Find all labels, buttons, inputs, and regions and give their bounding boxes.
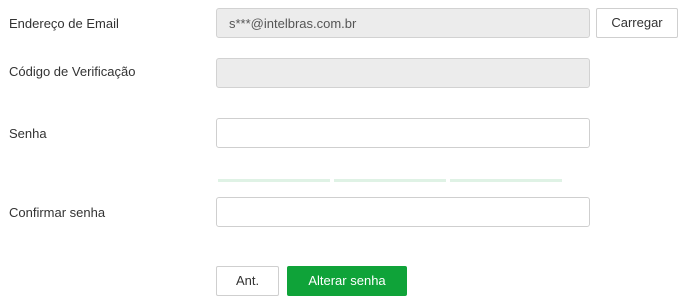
change-password-button[interactable]: Alterar senha [287,266,407,296]
email-field [216,8,590,38]
strength-segment [218,179,330,182]
email-label: Endereço de Email [9,16,119,31]
strength-segment [334,179,446,182]
strength-segment [450,179,562,182]
confirm-password-label: Confirmar senha [9,205,106,220]
password-label: Senha [9,126,47,141]
verification-code-label: Código de Verificação [9,64,136,79]
verification-code-field [216,58,590,88]
confirm-password-field[interactable] [216,197,590,227]
password-field[interactable] [216,118,590,148]
back-button[interactable]: Ant. [216,266,279,296]
load-email-button[interactable]: Carregar [596,8,678,38]
